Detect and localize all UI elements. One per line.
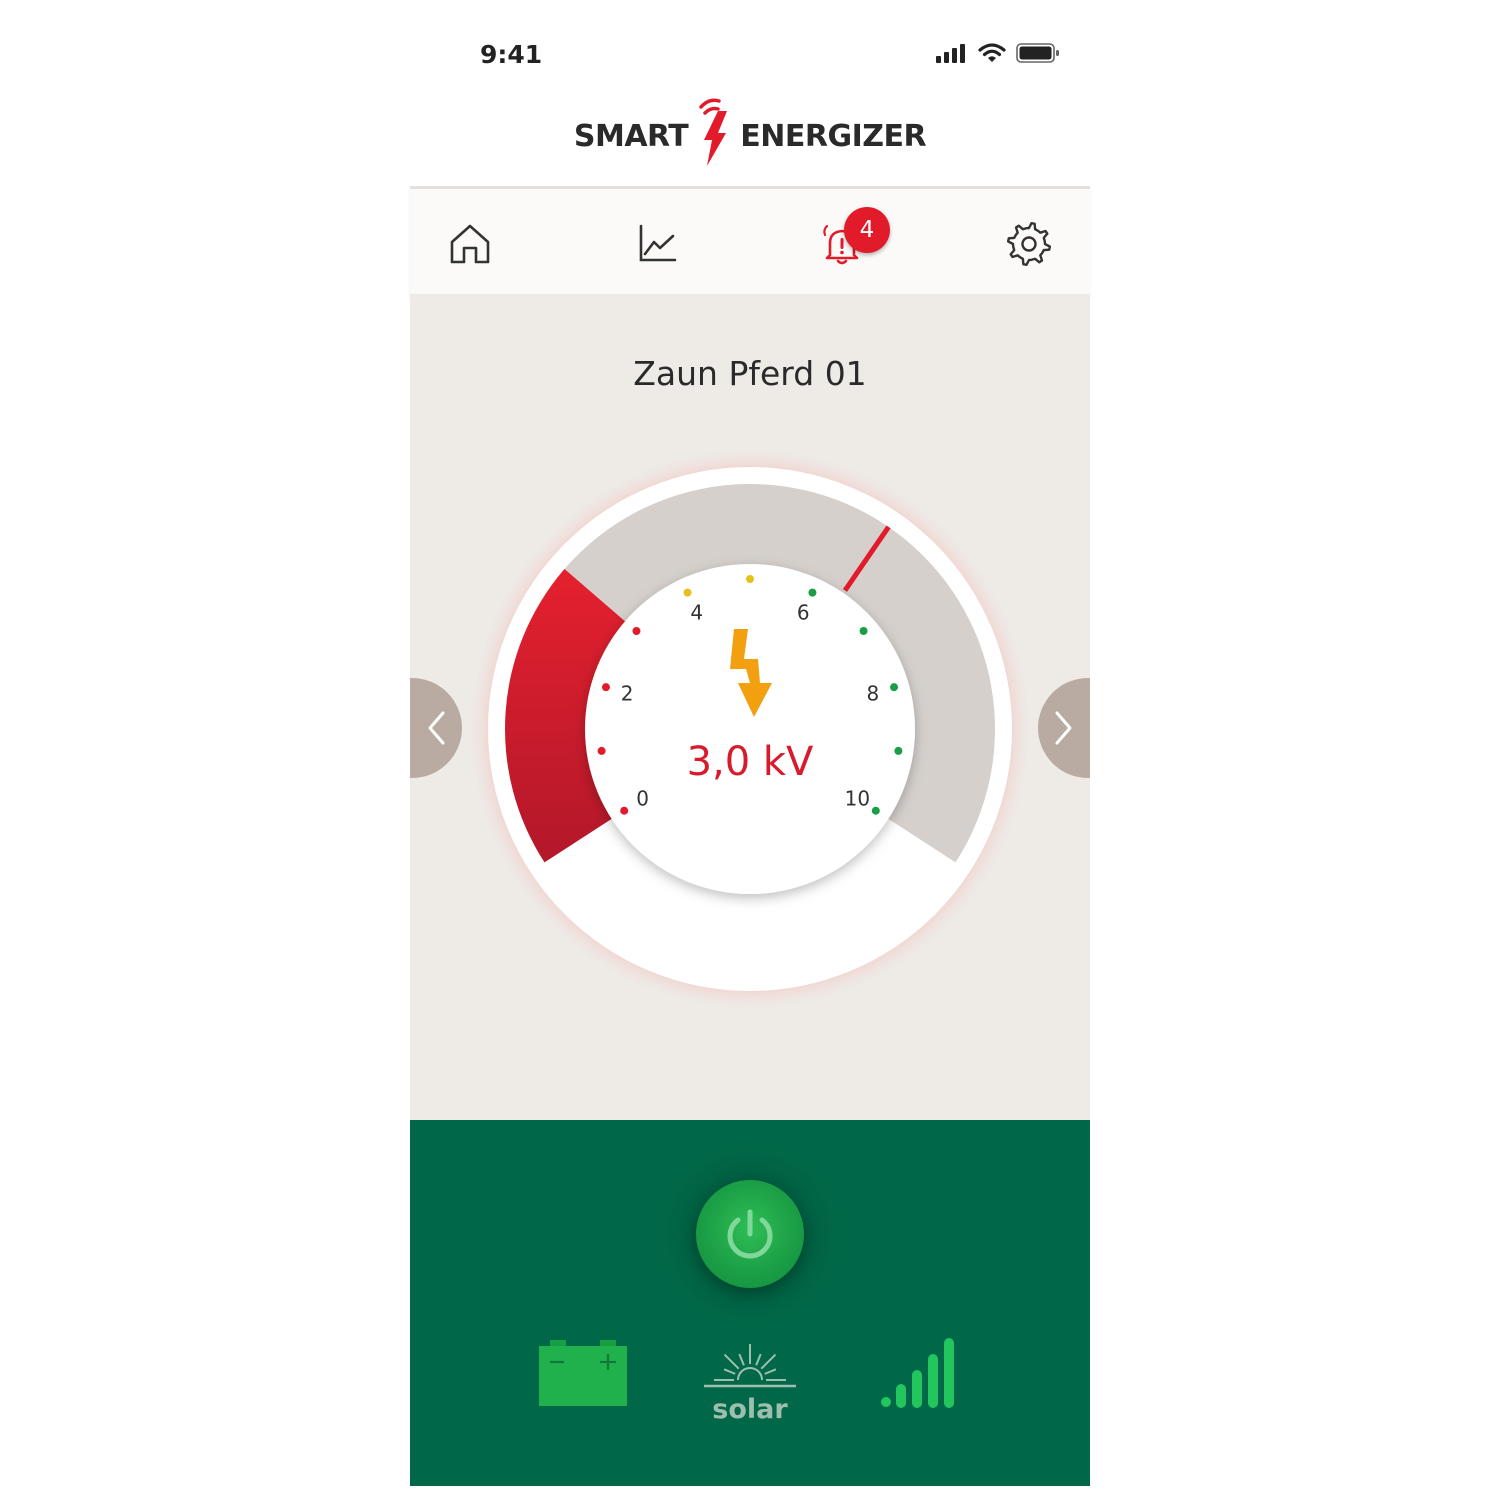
home-icon xyxy=(450,224,490,264)
tab-settings[interactable] xyxy=(1002,217,1056,271)
gauge-tick-dot xyxy=(632,626,641,635)
gauge-tick-dot xyxy=(620,806,629,815)
gauge-tick-dot xyxy=(746,575,754,583)
battery-status-icon xyxy=(1016,43,1059,63)
gauge-inner-face xyxy=(585,564,915,894)
brand-logo: SMART ENERGIZER xyxy=(410,96,1090,176)
gauge-tick-label: 2 xyxy=(621,681,634,705)
tab-home[interactable] xyxy=(443,217,497,271)
status-time: 9:41 xyxy=(480,40,543,69)
gauge-tick-dot xyxy=(601,683,610,692)
gear-icon xyxy=(1006,221,1052,267)
brand-name-left: SMART xyxy=(573,118,689,154)
signal-strength-icon xyxy=(881,1338,954,1408)
battery-icon xyxy=(539,1340,627,1406)
status-bar: 9:41 xyxy=(410,30,1090,82)
device-controls: solar xyxy=(410,1120,1090,1486)
cellular-signal-icon xyxy=(936,44,965,63)
wifi-icon xyxy=(978,43,1006,62)
solar-label: solar xyxy=(712,1394,788,1425)
status-icons xyxy=(936,42,1060,64)
gauge-dial: 0 2 4 6 8 10 xyxy=(465,444,1035,1014)
tab-bar: 4 xyxy=(410,186,1090,297)
tab-statistics[interactable] xyxy=(630,217,684,271)
sun-icon xyxy=(704,1344,796,1388)
gauge-tick-label: 0 xyxy=(636,787,649,811)
gauge-tick-dot xyxy=(808,588,817,597)
gauge-tick-dot xyxy=(683,588,692,597)
gauge-tick-label: 8 xyxy=(867,681,880,705)
gauge-tick-dot xyxy=(871,806,880,815)
gauge-tick-label: 6 xyxy=(797,601,810,625)
high-voltage-icon xyxy=(730,629,772,717)
gauge-tick-label: 10 xyxy=(845,787,870,811)
previous-device-button[interactable] xyxy=(410,678,462,778)
lightning-bolt-icon xyxy=(699,98,728,166)
line-chart-icon xyxy=(639,224,677,262)
next-device-button[interactable] xyxy=(1038,678,1090,778)
brand-name-right: ENERGIZER xyxy=(740,118,927,154)
device-overview: Zaun Pferd 01 0 2 4 6 8 10 3,0 kV xyxy=(410,294,1090,1120)
device-name: Zaun Pferd 01 xyxy=(633,354,867,393)
gauge-tick-dot xyxy=(859,626,868,635)
power-icon xyxy=(727,1209,773,1259)
chevron-left-icon xyxy=(428,711,445,745)
gauge-tick-label: 4 xyxy=(690,601,703,625)
solar-indicator: solar xyxy=(702,1332,798,1432)
power-button[interactable] xyxy=(696,1180,804,1288)
gauge-tick-dot xyxy=(890,683,899,692)
voltage-gauge: 0 2 4 6 8 10 3,0 kV xyxy=(465,444,1035,1014)
chevron-right-icon xyxy=(1055,711,1072,745)
voltage-value: 3,0 kV xyxy=(686,739,814,785)
alarm-count-badge: 4 xyxy=(844,207,890,253)
